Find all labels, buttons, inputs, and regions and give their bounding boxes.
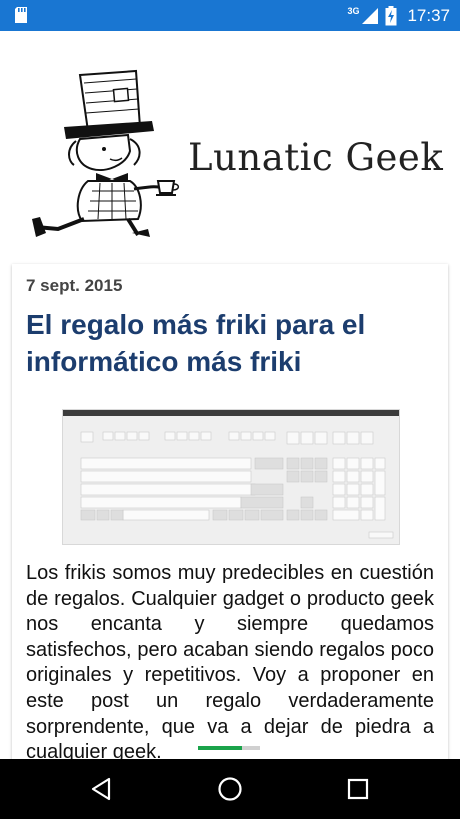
- post-excerpt: Los frikis somos muy predecibles en cues…: [26, 562, 434, 759]
- back-icon[interactable]: [86, 773, 118, 805]
- progress-track: [242, 746, 260, 750]
- post-card: 7 sept. 2015 El regalo más friki para el…: [12, 264, 448, 759]
- home-icon[interactable]: [214, 773, 246, 805]
- clock: 17:37: [407, 5, 450, 25]
- system-navigation-bar: [0, 759, 460, 819]
- network-type: 3G: [347, 5, 360, 16]
- mad-hatter-logo[interactable]: [18, 69, 188, 239]
- sd-card-icon: [15, 7, 27, 23]
- status-bar: 3G 17:37: [0, 0, 460, 31]
- signal-icon: [362, 7, 379, 24]
- post-title[interactable]: El regalo más friki para el informático …: [26, 306, 436, 380]
- recents-icon[interactable]: [342, 773, 374, 805]
- battery-charging-icon: [385, 5, 397, 25]
- page-load-progress: [198, 746, 242, 750]
- web-page[interactable]: Lunatic Geek 7 sept. 2015 El regalo más …: [0, 31, 460, 759]
- post-date: 7 sept. 2015: [26, 276, 123, 295]
- post-image-keyboard-screenshot[interactable]: [62, 409, 400, 545]
- site-title[interactable]: Lunatic Geek: [188, 136, 443, 179]
- status-icons: 3G 17:37: [347, 0, 450, 31]
